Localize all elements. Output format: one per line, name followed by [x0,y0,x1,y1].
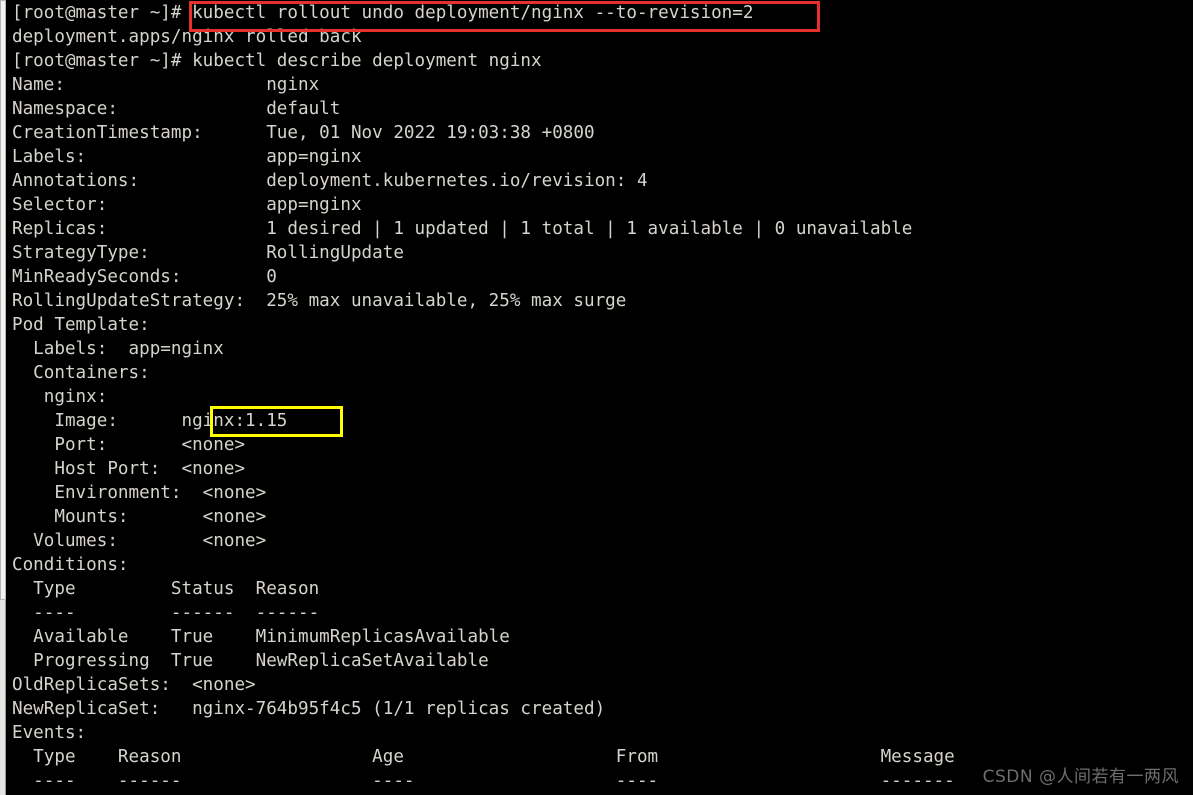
terminal-line-condition-progressing: Progressing True NewReplicaSetAvailable [12,651,489,671]
terminal-line-condition-available: Available True MinimumReplicasAvailable [12,627,510,647]
terminal-line-replicas: Replicas: 1 desired | 1 updated | 1 tota… [12,219,913,239]
terminal-window: [root@master ~]# kubectl rollout undo de… [0,0,1193,795]
terminal-line-creation-timestamp: CreationTimestamp: Tue, 01 Nov 2022 19:0… [12,123,595,143]
terminal-line-mounts: Mounts: <none> [12,507,267,527]
scrollbar-thumb[interactable] [0,0,6,600]
terminal-line-events-columns: Type Reason Age From Message [12,747,955,767]
terminal-line-containers-header: Containers: [12,363,150,383]
terminal-line-port: Port: <none> [12,435,246,455]
terminal-line-pod-template-header: Pod Template: [12,315,150,335]
terminal-line-environment: Environment: <none> [12,483,267,503]
terminal-line-events-header: Events: [12,723,87,743]
csdn-watermark: CSDN @人间若有一两风 [982,767,1179,787]
terminal-line-conditions-rules: ---- ------ ------ [12,603,320,623]
terminal-line-strategy-type: StrategyType: RollingUpdate [12,243,404,263]
terminal-line-old-replicasets: OldReplicaSets: <none> [12,675,256,695]
terminal-line-conditions-columns: Type Status Reason [12,579,320,599]
terminal-line-pod-template-labels: Labels: app=nginx [12,339,224,359]
terminal-line-rolling-update-strategy: RollingUpdateStrategy: 25% max unavailab… [12,291,627,311]
terminal-line-labels: Labels: app=nginx [12,147,362,167]
terminal-line-new-replicaset: NewReplicaSet: nginx-764b95f4c5 (1/1 rep… [12,699,606,719]
vertical-scrollbar[interactable] [0,0,6,795]
terminal-line-namespace: Namespace: default [12,99,341,119]
terminal-line-image: Image: nginx:1.15 [12,411,288,431]
terminal-line-volumes: Volumes: <none> [12,531,267,551]
terminal-line-host-port: Host Port: <none> [12,459,246,479]
terminal-line-container-name: nginx: [12,387,108,407]
terminal-line-min-ready-seconds: MinReadySeconds: 0 [12,267,277,287]
terminal-line-conditions-header: Conditions: [12,555,129,575]
terminal-line-name: Name: nginx [12,75,320,95]
terminal-line-command-rollout-undo: [root@master ~]# kubectl rollout undo de… [12,3,754,23]
terminal-line-command-describe: [root@master ~]# kubectl describe deploy… [12,51,542,71]
terminal-line-rollout-output: deployment.apps/nginx rolled back [12,27,362,47]
terminal-line-annotations: Annotations: deployment.kubernetes.io/re… [12,171,648,191]
terminal-line-events-rules: ---- ------ ---- ---- ------- [12,771,955,791]
terminal-line-selector: Selector: app=nginx [12,195,362,215]
terminal-screen[interactable]: [root@master ~]# kubectl rollout undo de… [7,0,1193,795]
